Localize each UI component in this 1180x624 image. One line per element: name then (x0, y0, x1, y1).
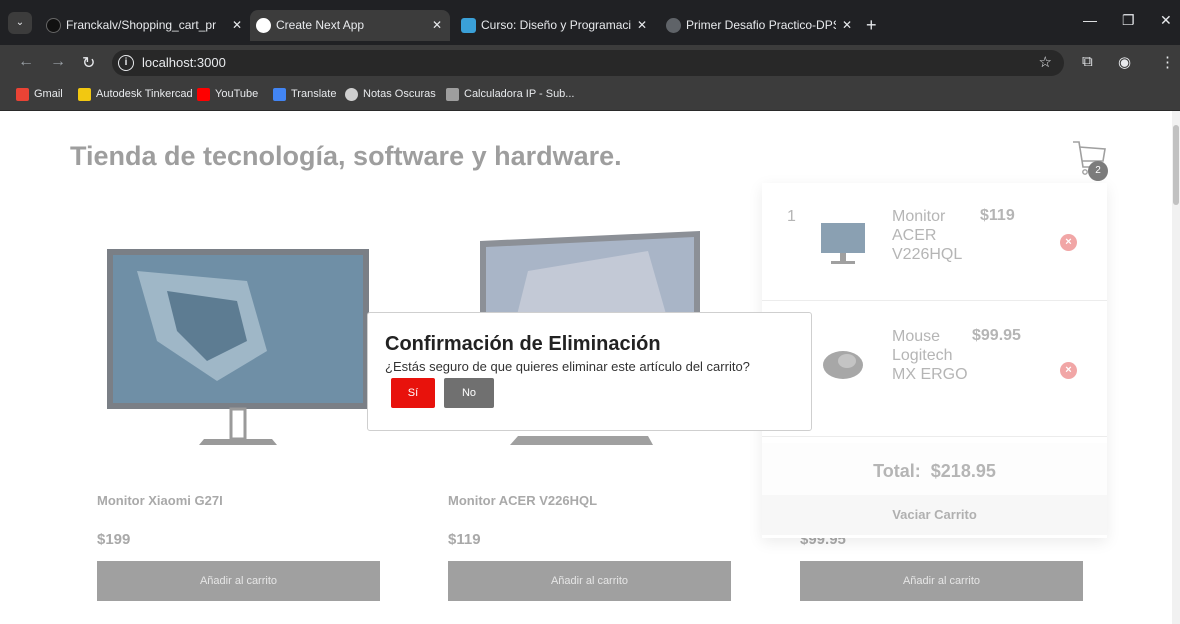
tab-title: Create Next App (276, 18, 365, 32)
reload-icon[interactable]: ↻ (82, 53, 95, 73)
product-name: Monitor ACER V226HQL (448, 493, 598, 508)
tab-search-button[interactable]: ⌄ (8, 12, 32, 34)
tab-pdf[interactable]: Primer Desafio Practico-DPS.pd ✕ (660, 10, 860, 41)
profile-icon[interactable]: ◉ (1118, 53, 1131, 71)
remove-item-icon[interactable]: × (1060, 362, 1077, 379)
close-icon[interactable]: ✕ (232, 10, 242, 41)
empty-cart-button[interactable]: Vaciar Carrito (762, 495, 1107, 535)
cart-item-name: Mouse Logitech MX ERGO (892, 328, 968, 383)
confirm-yes-button[interactable]: Sí (391, 378, 435, 408)
bookmark-translate[interactable]: Translate (273, 88, 337, 101)
confirmation-dialog: Confirmación de Eliminación ¿Estás segur… (367, 312, 812, 431)
bookmark-notas-oscuras[interactable]: Notas Oscuras (345, 88, 436, 101)
site-info-icon[interactable]: i (118, 55, 134, 71)
bookmark-tinkercad[interactable]: Autodesk Tinkercad (78, 88, 193, 101)
cart-item-image (821, 223, 865, 264)
cart-item-name: Monitor ACER V226HQL (892, 208, 963, 263)
gmail-icon (16, 88, 29, 101)
url-text[interactable]: localhost:3000 (142, 55, 226, 70)
dialog-title: Confirmación de Eliminación (385, 333, 661, 355)
close-window-icon[interactable]: ✕ (1160, 12, 1172, 29)
scrollbar-thumb[interactable] (1173, 125, 1179, 205)
cart-item: 1 Monitor ACER V226HQL $119 × (762, 183, 1107, 301)
bookmarks-bar: Gmail Autodesk Tinkercad YouTube Transla… (0, 81, 1180, 111)
pdf-icon (666, 18, 681, 33)
tab-title: Primer Desafio Practico-DPS.pd (686, 18, 836, 32)
tab-title: Franckalv/Shopping_cart_projec (66, 18, 216, 32)
dialog-message: ¿Estás seguro de que quieres eliminar es… (385, 359, 750, 374)
nextjs-icon (256, 18, 271, 33)
cart-panel: 1 Monitor ACER V226HQL $119 × Mouse Logi… (762, 183, 1107, 538)
minimize-icon[interactable]: — (1083, 12, 1097, 28)
cart-item-image (823, 351, 863, 379)
forward-icon[interactable]: → (50, 53, 66, 71)
notes-icon (345, 88, 358, 101)
bookmark-label: Gmail (34, 88, 63, 100)
bookmark-youtube[interactable]: YouTube (197, 88, 259, 101)
cart-total: Total: $218.95 (762, 443, 1107, 499)
product-price: $119 (448, 531, 481, 548)
omnibox[interactable]: i localhost:3000 ☆ (112, 50, 1064, 76)
product-price: $199 (97, 531, 131, 548)
page-scrollbar[interactable] (1172, 111, 1180, 624)
cart-total-label: Total: (873, 461, 921, 481)
bookmark-star-icon[interactable]: ☆ (1039, 53, 1052, 71)
tab-github[interactable]: Franckalv/Shopping_cart_projec ✕ (40, 10, 250, 41)
bookmark-label: Calculadora IP - Sub... (464, 88, 575, 100)
tab-title: Curso: Diseño y Programación (481, 18, 631, 32)
bookmark-calculadora[interactable]: Calculadora IP - Sub... (446, 88, 575, 101)
tab-curso[interactable]: Curso: Diseño y Programación ✕ (455, 10, 655, 41)
confirm-no-button[interactable]: No (444, 378, 494, 408)
browser-tab-bar: ⌄ Franckalv/Shopping_cart_projec ✕ Creat… (0, 0, 1180, 45)
tab-create-next-app[interactable]: Create Next App ✕ (250, 10, 450, 41)
cart-count-badge: 2 (1088, 161, 1108, 181)
cart-total-value: $218.95 (930, 461, 996, 481)
menu-icon[interactable]: ⋮ (1160, 53, 1175, 71)
add-to-cart-button[interactable]: Añadir al carrito (800, 561, 1083, 601)
page-viewport: Tienda de tecnología, software y hardwar… (0, 111, 1180, 624)
bookmark-gmail[interactable]: Gmail (16, 88, 63, 101)
add-to-cart-button[interactable]: Añadir al carrito (448, 561, 731, 601)
cart-item-quantity: 1 (787, 208, 796, 225)
product-image (107, 249, 369, 445)
course-icon (461, 18, 476, 33)
page-title: Tienda de tecnología, software y hardwar… (70, 141, 622, 171)
close-icon[interactable]: ✕ (432, 10, 442, 41)
calculator-icon (446, 88, 459, 101)
tinkercad-icon (78, 88, 91, 101)
address-toolbar: ← → ↻ i localhost:3000 ☆ ⧉ ◉ ⋮ (0, 45, 1180, 81)
close-icon[interactable]: ✕ (842, 10, 852, 41)
remove-item-icon[interactable]: × (1060, 234, 1077, 251)
cart-item: Mouse Logitech MX ERGO $99.95 × (762, 301, 1107, 437)
add-to-cart-button[interactable]: Añadir al carrito (97, 561, 380, 601)
translate-icon (273, 88, 286, 101)
extensions-icon[interactable]: ⧉ (1082, 53, 1093, 70)
github-icon (46, 18, 61, 33)
bookmark-label: Autodesk Tinkercad (96, 88, 193, 100)
new-tab-button[interactable]: + (866, 10, 877, 41)
close-icon[interactable]: ✕ (637, 10, 647, 41)
cart-item-price: $119 (980, 207, 1015, 224)
youtube-icon (197, 88, 210, 101)
product-name: Monitor Xiaomi G27I (97, 493, 223, 508)
bookmark-label: YouTube (215, 88, 259, 100)
bookmark-label: Notas Oscuras (363, 88, 436, 100)
back-icon[interactable]: ← (18, 53, 34, 71)
cart-item-price: $99.95 (972, 327, 1021, 344)
bookmark-label: Translate (291, 88, 337, 100)
restore-icon[interactable]: ❐ (1122, 12, 1135, 29)
